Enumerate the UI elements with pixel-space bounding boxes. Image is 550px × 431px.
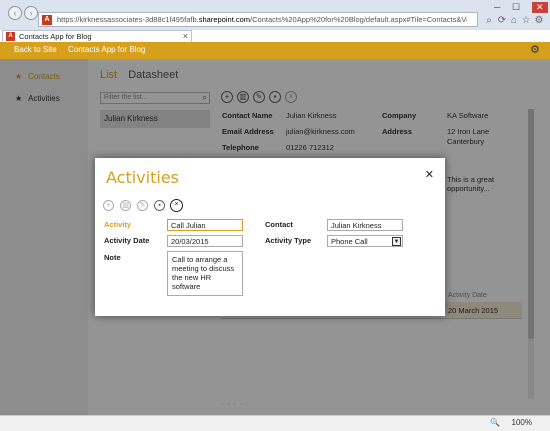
cancel-icon[interactable]: × (170, 199, 183, 212)
browser-chrome: ‹ › A https://kirknessassociates-3d88c1f… (0, 0, 550, 30)
close-icon[interactable]: ✕ (425, 168, 434, 181)
activity-type-value: Phone Call (331, 237, 368, 246)
zoom-level[interactable]: 100% (512, 418, 532, 427)
home-icon[interactable]: ⌂ (508, 15, 520, 27)
app-bar: Back to Site Contacts App for Blog ⚙ (0, 42, 550, 59)
delete-icon[interactable]: ▥ (120, 200, 131, 211)
dialog-title: Activities (106, 168, 179, 187)
activity-date-field[interactable]: 20/03/2015 (167, 235, 243, 247)
activity-label: Activity (104, 220, 132, 229)
activity-type-label: Activity Type (265, 236, 312, 245)
forward-icon[interactable]: › (24, 6, 38, 20)
back-icon[interactable]: ‹ (8, 6, 22, 20)
close-window-icon[interactable]: ✕ (532, 2, 548, 13)
site-icon: A (42, 15, 52, 25)
url-text: https://kirknessassociates-3d88c1f495faf… (57, 15, 467, 24)
back-to-site-link[interactable]: Back to Site (14, 45, 57, 54)
note-field[interactable]: Call to arrange a meeting to discuss the… (167, 251, 243, 296)
tab-close-icon[interactable]: × (183, 31, 188, 41)
app-title: Contacts App for Blog (68, 45, 146, 54)
gear-icon[interactable]: ⚙ (530, 44, 542, 56)
activity-field[interactable]: Call Julian (167, 219, 243, 231)
activity-type-select[interactable]: Phone Call ▼ (327, 235, 403, 247)
status-bar: 🔍 100% (0, 415, 550, 431)
maximize-icon[interactable]: ☐ (512, 2, 520, 13)
tab-title: Contacts App for Blog (19, 32, 92, 41)
zoom-icon[interactable]: 🔍 (490, 418, 500, 427)
lock-icon[interactable]: ⟳ (496, 15, 508, 27)
search-icon[interactable]: ⌕ (483, 15, 495, 27)
edit-icon[interactable]: ✎ (137, 200, 148, 211)
browser-tab[interactable]: A Contacts App for Blog × (2, 30, 192, 42)
contact-field[interactable]: Julian Kirkness (327, 219, 403, 231)
minimize-icon[interactable]: ─ (494, 2, 500, 12)
access-app-icon: A (6, 32, 15, 41)
favorites-icon[interactable]: ☆ (520, 15, 532, 27)
activities-dialog: Activities ✕ + ▥ ✎ ▪ × Activity Call Jul… (95, 158, 445, 316)
save-icon[interactable]: ▪ (154, 200, 165, 211)
activity-date-label: Activity Date (104, 236, 150, 245)
settings-icon[interactable]: ⚙ (533, 15, 545, 27)
contact-label: Contact (265, 220, 293, 229)
add-icon[interactable]: + (103, 200, 114, 211)
address-bar[interactable]: A https://kirknessassociates-3d88c1f495f… (38, 12, 478, 27)
note-label: Note (104, 253, 121, 262)
chevron-down-icon[interactable]: ▼ (392, 237, 401, 246)
